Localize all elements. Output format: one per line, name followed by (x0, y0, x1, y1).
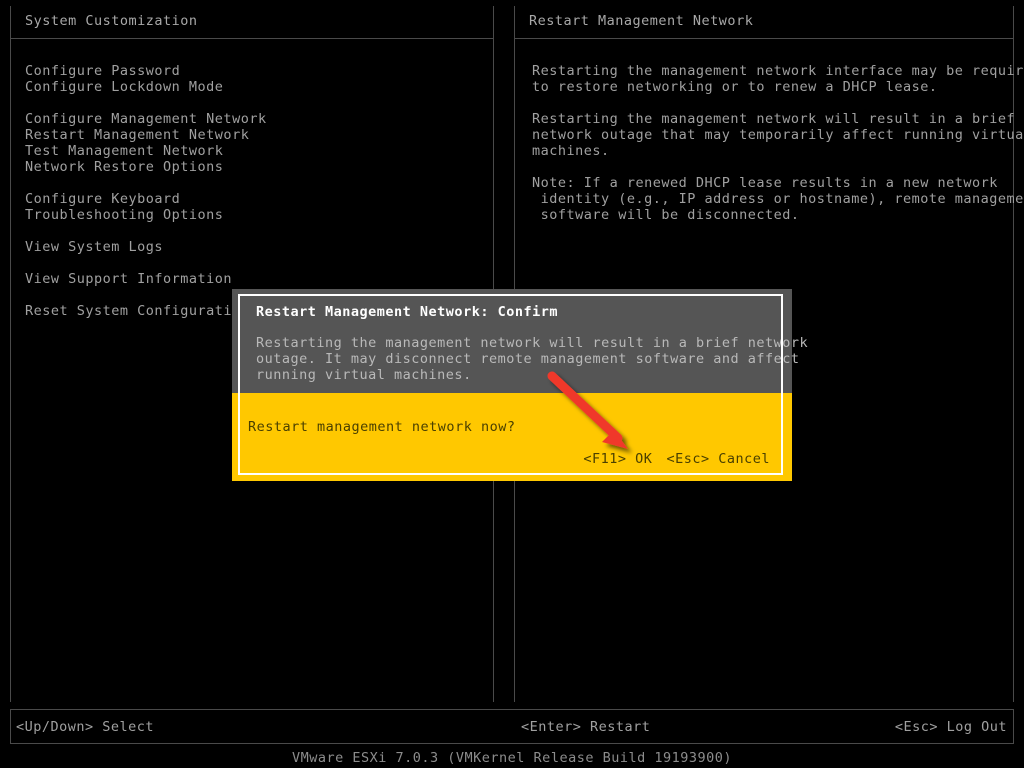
menu-item-troubleshooting-options[interactable]: Troubleshooting Options (25, 207, 267, 223)
menu-group-separator (25, 223, 267, 239)
dialog-action-label: OK (635, 451, 653, 467)
description-paragraph: Restarting the management network interf… (532, 63, 1024, 95)
status-restart-hint: <Enter> Restart (521, 719, 651, 735)
dialog-action-label: Cancel (718, 451, 770, 467)
menu-group-separator (25, 255, 267, 271)
dialog-action-key: <Esc> (666, 451, 710, 467)
confirm-dialog: Restart Management Network: Confirm Rest… (232, 289, 808, 481)
detail-pane-title: Restart Management Network (529, 13, 754, 29)
menu-item-restart-management-network[interactable]: Restart Management Network (25, 127, 267, 143)
system-customization-menu: Configure Password Configure Lockdown Mod… (25, 63, 267, 319)
dialog-body-line: outage. It may disconnect remote managem… (256, 351, 800, 367)
menu-group-separator (25, 287, 267, 303)
dialog-action-key: <F11> (583, 451, 627, 467)
dialog-question: Restart management network now? (248, 419, 516, 435)
action-key-label-space (710, 451, 719, 467)
description-paragraph: Restarting the management network will r… (532, 111, 1024, 159)
status-select-hint: <Up/Down> Select (16, 719, 155, 735)
dialog-actions: <F11> OK <Esc> Cancel (583, 451, 770, 467)
menu-item-network-restore-options[interactable]: Network Restore Options (25, 159, 267, 175)
description-line: Restarting the management network interf… (532, 63, 1024, 79)
action-key-label-space (627, 451, 636, 467)
description-line: Note: If a renewed DHCP lease results in… (532, 175, 998, 191)
description-line: identity (e.g., IP address or hostname),… (532, 191, 1024, 207)
dialog-body-line: running virtual machines. (256, 367, 472, 383)
dialog-message-area: Restart Management Network: Confirm Rest… (232, 289, 808, 393)
menu-item-configure-password[interactable]: Configure Password (25, 63, 267, 79)
menu-group-separator (25, 175, 267, 191)
description-line: network outage that may temporarily affe… (532, 127, 1024, 143)
description-line: machines. (532, 143, 610, 159)
menu-item-configure-management-network[interactable]: Configure Management Network (25, 111, 267, 127)
header-pane-right: Restart Management Network (514, 6, 1014, 39)
description-text: Restarting the management network interf… (532, 63, 1024, 239)
dialog-title: Restart Management Network: Confirm (256, 304, 558, 320)
version-string: VMware ESXi 7.0.3 (VMKernel Release Buil… (291, 750, 732, 766)
status-bar: <Up/Down> Select <Enter> Restart <Esc> L… (10, 709, 1014, 744)
menu-item-configure-keyboard[interactable]: Configure Keyboard (25, 191, 267, 207)
menu-item-view-system-logs[interactable]: View System Logs (25, 239, 267, 255)
description-line: to restore networking or to renew a DHCP… (532, 79, 938, 95)
menu-item-reset-system-configuration[interactable]: Reset System Configuration (25, 303, 267, 319)
dialog-action-ok[interactable]: <F11> OK (583, 451, 652, 467)
description-line: software will be disconnected. (532, 207, 800, 223)
description-line: Restarting the management network will r… (532, 111, 1016, 127)
menu-group-separator (25, 95, 267, 111)
page-title: System Customization (25, 13, 198, 29)
header-pane-left: System Customization (10, 6, 494, 39)
menu-item-view-support-information[interactable]: View Support Information (25, 271, 267, 287)
dialog-body-text: Restarting the management network will r… (256, 335, 808, 383)
dcui-screen: System Customization Restart Management … (0, 0, 1024, 768)
dialog-body-line: Restarting the management network will r… (256, 335, 809, 351)
menu-item-test-management-network[interactable]: Test Management Network (25, 143, 267, 159)
status-logout-hint: <Esc> Log Out (894, 719, 1007, 735)
dialog-action-cancel[interactable]: <Esc> Cancel (666, 451, 770, 467)
description-paragraph: Note: If a renewed DHCP lease results in… (532, 175, 1024, 223)
dialog-prompt-area: Restart management network now? <F11> OK… (232, 393, 792, 481)
menu-item-configure-lockdown-mode[interactable]: Configure Lockdown Mode (25, 79, 267, 95)
